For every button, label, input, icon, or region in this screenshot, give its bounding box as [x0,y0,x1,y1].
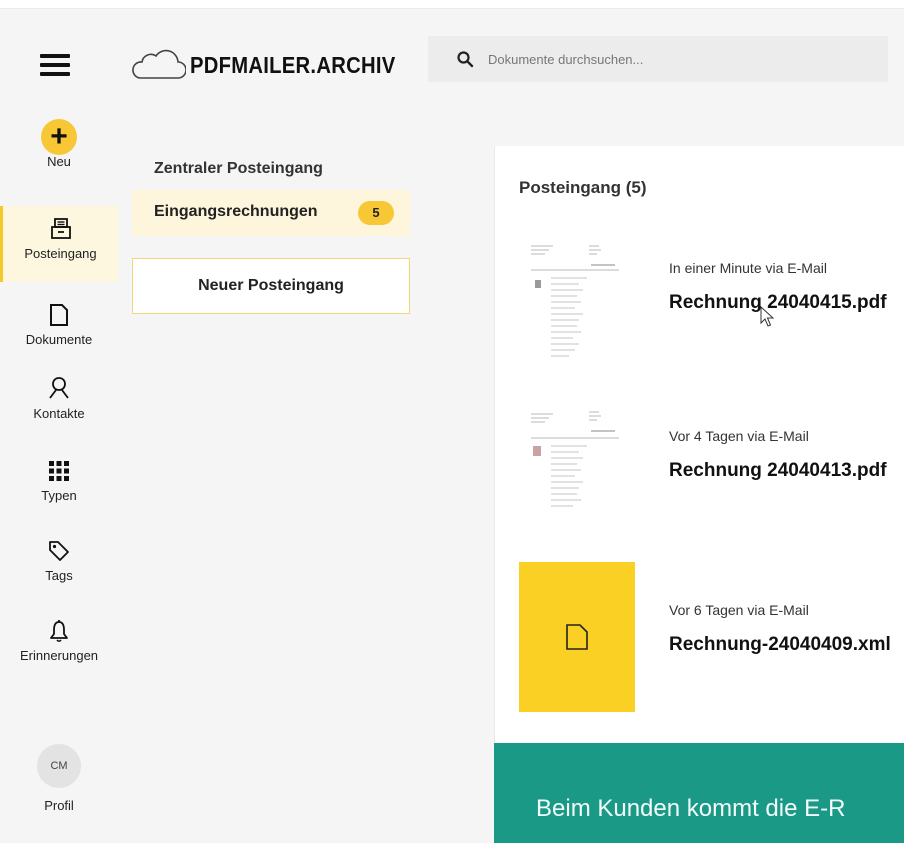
nav-label: Typen [41,488,77,503]
mouse-cursor-icon [760,306,774,327]
logo-text: PDFMAILER.ARCHIV [190,51,396,78]
nav-label: Profil [44,798,74,813]
pdf-thumbnail [519,234,635,384]
cloud-icon [132,49,186,79]
inbox-list-title: Zentraler Posteingang [154,160,323,177]
nav-label: Erinnerungen [19,648,99,663]
document-icon [50,304,68,326]
document-panel: Posteingang (5) In einer Minute via E-Ma… [494,146,904,843]
inbox-item-eingangsrechnungen[interactable]: Eingangsrechnungen 5 [132,190,410,236]
search-bar[interactable]: Dokumente durchsuchen... [428,36,888,82]
new-inbox-button[interactable]: Neuer Posteingang [132,258,410,314]
file-thumbnail [519,562,635,712]
nav-item-dokumente[interactable]: Dokumente [0,300,118,347]
nav-label: Neu [47,154,71,169]
caption-text: Beim Kunden kommt die E-R [536,795,846,822]
grid-icon [49,461,69,481]
nav-label: Tags [45,568,73,583]
app-logo[interactable]: PDFMAILER.ARCHIV [130,40,424,90]
nav-item-erinnerungen[interactable]: Erinnerungen [0,616,118,663]
nav-item-profil[interactable]: CM Profil [0,744,118,813]
document-meta: Vor 6 Tagen via E-Mail [669,602,809,618]
document-meta: Vor 4 Tagen via E-Mail [669,428,809,444]
pdf-thumbnail [519,402,635,552]
nav-label: Posteingang [24,246,97,261]
inbox-icon [50,218,71,239]
document-meta: In einer Minute via E-Mail [669,260,827,276]
search-icon [457,51,474,68]
document-name[interactable]: Rechnung 24040415.pdf [669,292,887,314]
contact-icon [49,377,69,399]
document-item[interactable]: Vor 6 Tagen via E-Mail Rechnung-24040409… [519,562,899,712]
count-badge: 5 [358,201,394,225]
plus-icon: + [41,119,77,155]
document-name[interactable]: Rechnung-24040409.xml [669,634,891,656]
app-header: PDFMAILER.ARCHIV Dokumente durchsuchen..… [0,30,904,104]
document-item[interactable]: Vor 4 Tagen via E-Mail Rechnung 24040413… [519,402,899,552]
document-item[interactable]: In einer Minute via E-Mail Rechnung 2404… [519,234,899,384]
tag-icon [49,541,69,561]
top-border [0,0,904,9]
file-icon [566,624,588,650]
panel-title: Posteingang (5) [519,178,647,197]
avatar: CM [37,744,81,788]
nav-item-typen[interactable]: Typen [0,456,118,503]
nav-item-posteingang[interactable]: Posteingang [0,206,118,282]
search-input[interactable]: Dokumente durchsuchen... [488,52,643,67]
nav-item-neu[interactable]: + Neu [0,119,118,169]
nav-label: Dokumente [25,332,93,347]
nav-label: Kontakte [33,406,85,421]
document-name[interactable]: Rechnung 24040413.pdf [669,460,887,482]
nav-item-kontakte[interactable]: Kontakte [0,374,118,421]
inbox-item-label: Eingangsrechnungen [154,203,318,220]
menu-icon[interactable] [40,54,70,76]
bell-icon [50,620,68,643]
caption-banner: Beim Kunden kommt die E-R [494,743,904,843]
nav-item-tags[interactable]: Tags [0,536,118,583]
